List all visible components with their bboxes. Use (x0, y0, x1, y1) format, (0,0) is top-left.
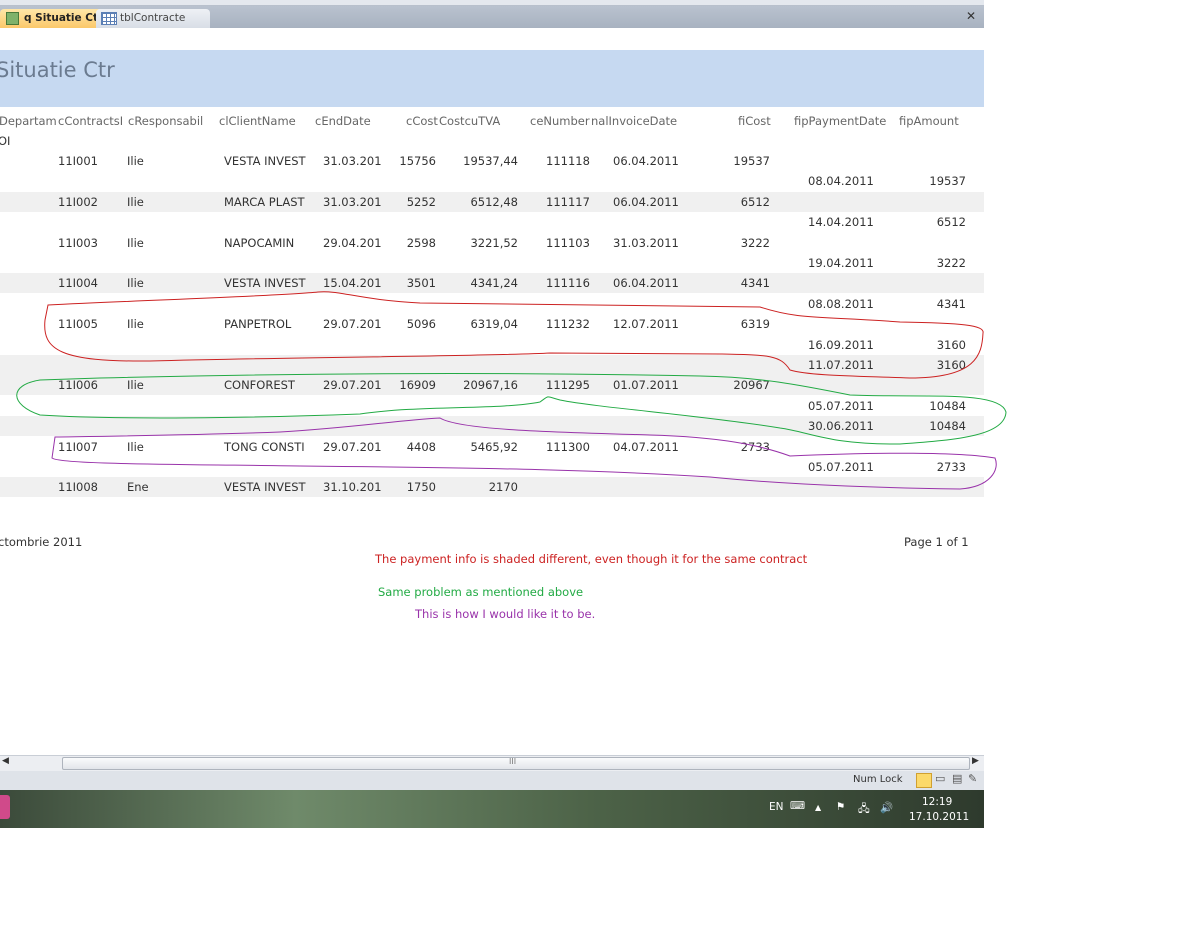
numlock-indicator: Num Lock (853, 774, 903, 785)
note-purple: This is how I would like it to be. (415, 607, 596, 621)
show-hidden-icons-icon[interactable]: ▲ (815, 803, 821, 812)
taskbar-app-icon[interactable] (0, 795, 10, 819)
scroll-left-arrow-icon[interactable]: ◀ (2, 756, 9, 766)
scroll-right-arrow-icon[interactable]: ▶ (972, 756, 979, 766)
clock-date[interactable]: 17.10.2011 (909, 811, 969, 823)
action-center-flag-icon[interactable]: ⚑ (836, 801, 845, 813)
note-green: Same problem as mentioned above (378, 585, 584, 599)
volume-icon[interactable]: 🔊 (880, 801, 893, 814)
clock-time[interactable]: 12:19 (922, 796, 952, 808)
purple-annotation-outline (51, 417, 997, 490)
network-icon[interactable]: 🖧 (858, 801, 870, 819)
keyboard-icon[interactable]: ⌨ (790, 800, 805, 812)
footer-page: Page 1 of 1 (904, 535, 969, 549)
language-indicator[interactable]: EN (769, 801, 784, 813)
design-view-icon[interactable]: ✎ (968, 772, 977, 785)
footer-date: ctombrie 2011 (0, 535, 83, 549)
status-bar: Num Lock ▭ ▤ ✎ (0, 771, 984, 790)
red-annotation-outline (44, 291, 984, 379)
scrollbar-thumb[interactable]: III (62, 757, 970, 770)
report-view-icon[interactable] (916, 773, 932, 788)
layout-view-icon[interactable]: ▤ (952, 772, 962, 785)
note-red: The payment info is shaded different, ev… (375, 552, 808, 566)
print-preview-icon[interactable]: ▭ (935, 772, 945, 785)
green-annotation-outline (16, 373, 1007, 445)
